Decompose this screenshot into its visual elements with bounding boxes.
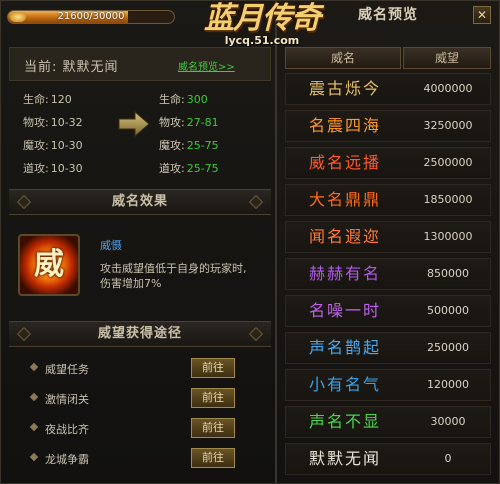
stat-before-hp: 生命: 120 (23, 93, 72, 106)
ways-section-header: 威望获得途径 (9, 321, 271, 347)
stat-after-magic: 魔攻: 25-75 (159, 139, 219, 152)
current-title-label: 当前: 默默无闻 (24, 60, 119, 75)
effect-icon-glyph: 威 (34, 247, 64, 282)
arrow-right-icon (118, 110, 150, 138)
go-button-seclusion[interactable]: 前往 (191, 388, 235, 408)
rank-value: 30000 (430, 415, 466, 428)
column-header-prestige: 威望 (403, 47, 491, 69)
rank-row: 赫赫有名 850000 (285, 258, 491, 290)
stat-before-phys: 物攻: 10-32 (23, 116, 83, 129)
bullet-diamond-icon (29, 452, 39, 462)
rank-name: 小有名气 (308, 375, 381, 394)
stat-after-phys: 物攻: 27-81 (159, 116, 219, 129)
stat-after-tao: 道攻: 25-75 (159, 162, 219, 175)
rank-value: 1300000 (423, 230, 473, 243)
rank-value: 2500000 (423, 156, 473, 169)
left-panel: 21600/30000 当前: 默默无闻 威名预览>> 生命: 120 物攻: 10… (0, 0, 276, 484)
stat-after-hp: 生命: 300 (159, 93, 208, 106)
rank-row: 震古烁今 4000000 (285, 73, 491, 105)
rank-row: 声名不显 30000 (285, 406, 491, 438)
way-label: 龙城争霸 (45, 453, 89, 466)
rank-name: 赫赫有名 (308, 264, 381, 283)
way-item: 激情闭关 前往 (29, 387, 239, 409)
way-label: 威望任务 (45, 363, 89, 376)
effect-description: 攻击威望值低于自身的玩家时, 伤害增加7% (100, 262, 247, 290)
rank-value: 500000 (427, 304, 469, 317)
rank-row: 名噪一时 500000 (285, 295, 491, 327)
rank-name: 震古烁今 (308, 79, 381, 98)
rank-row: 大名鼎鼎 1850000 (285, 184, 491, 216)
rank-value: 250000 (427, 341, 469, 354)
way-label: 激情闭关 (45, 393, 89, 406)
progress-text: 21600/30000 (57, 11, 125, 22)
rank-value: 3250000 (423, 119, 473, 132)
rank-value: 850000 (427, 267, 469, 280)
rank-name: 名震四海 (308, 116, 381, 135)
rank-row: 闻名遐迩 1300000 (285, 221, 491, 253)
preview-panel: 威名预览 ✕ 威名 威望 震古烁今 4000000 名震四海 3250000 威名远播 2… (276, 0, 500, 484)
game-logo: 蓝月传奇 lycq.51.com (198, 0, 326, 60)
rank-value: 0 (444, 452, 452, 465)
stat-before-magic: 魔攻: 10-30 (23, 139, 83, 152)
go-button-prestige-quest[interactable]: 前往 (191, 358, 235, 378)
way-item: 威望任务 前往 (29, 357, 239, 379)
effect-section-header: 威名效果 (9, 189, 271, 215)
rank-row: 声名鹊起 250000 (285, 332, 491, 364)
prestige-effect-icon: 威 (18, 234, 80, 296)
rank-row: 默默无闻 0 (285, 443, 491, 475)
bullet-diamond-icon (29, 422, 39, 432)
rank-row: 威名远播 2500000 (285, 147, 491, 179)
rank-row: 名震四海 3250000 (285, 110, 491, 142)
rank-name: 名噪一时 (308, 301, 381, 320)
rank-value: 1850000 (423, 193, 473, 206)
stat-before-tao: 道攻: 10-30 (23, 162, 83, 175)
way-item: 龙城争霸 前往 (29, 447, 239, 469)
rank-name: 声名不显 (308, 412, 381, 431)
rank-value: 120000 (427, 378, 469, 391)
rank-name: 闻名遐迩 (308, 227, 381, 246)
rank-row: 小有名气 120000 (285, 369, 491, 401)
rank-name: 大名鼎鼎 (308, 190, 381, 209)
bullet-diamond-icon (29, 392, 39, 402)
rank-value: 4000000 (423, 82, 473, 95)
title-preview-link[interactable]: 威名预览>> (178, 58, 235, 73)
rank-name: 默默无闻 (308, 449, 381, 468)
go-button-dragon-city[interactable]: 前往 (191, 448, 235, 468)
effect-name: 威慑 (100, 239, 122, 252)
prestige-progress-bar: 21600/30000 (7, 10, 175, 24)
close-button[interactable]: ✕ (473, 6, 491, 24)
rank-name: 威名远播 (308, 153, 381, 172)
go-button-night-battle[interactable]: 前往 (191, 418, 235, 438)
bullet-diamond-icon (29, 362, 39, 372)
logo-title: 蓝月传奇 (204, 1, 321, 36)
way-item: 夜战比齐 前往 (29, 417, 239, 439)
rank-name: 声名鹊起 (308, 338, 381, 357)
way-label: 夜战比齐 (45, 423, 89, 436)
